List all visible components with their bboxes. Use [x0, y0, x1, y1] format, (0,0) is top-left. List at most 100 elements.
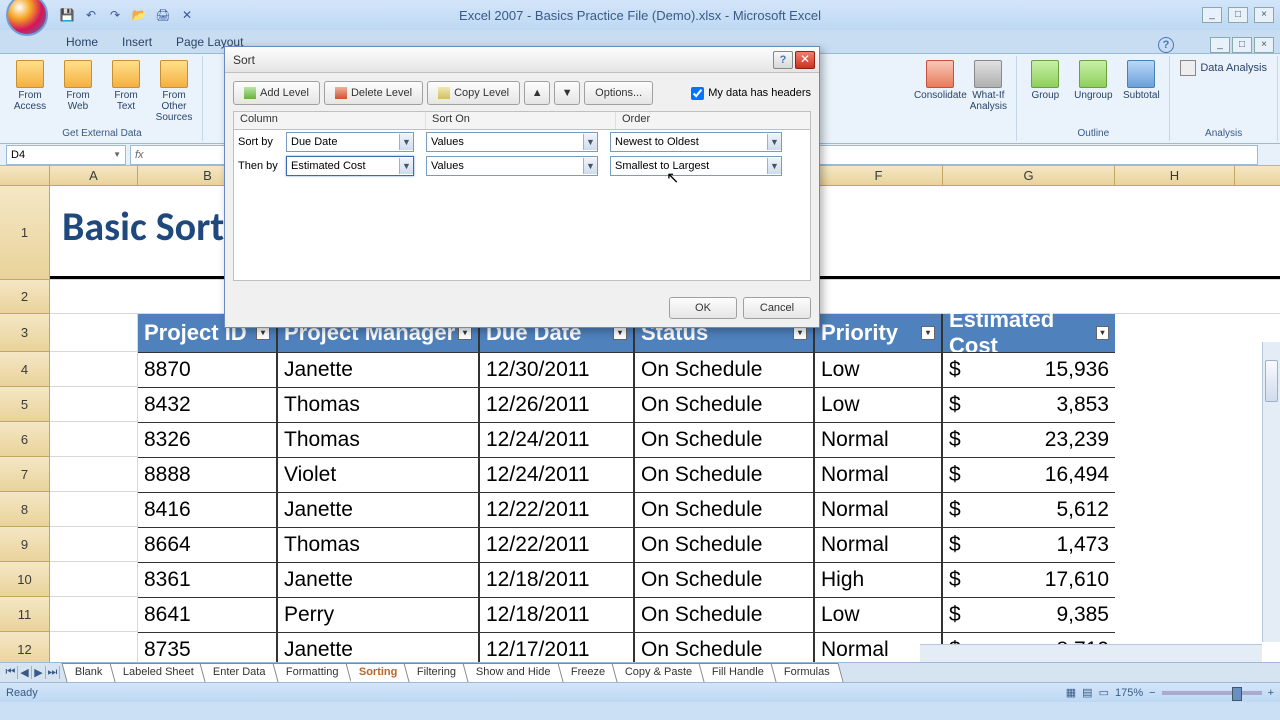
col-header-a[interactable]: A: [50, 166, 138, 185]
cell-project-manager[interactable]: Janette: [278, 493, 480, 527]
open-icon[interactable]: 📂: [130, 6, 148, 24]
options-button[interactable]: Options...: [584, 81, 653, 105]
filter-icon[interactable]: ▾: [613, 326, 627, 340]
row-header-1[interactable]: 1: [0, 186, 50, 280]
zoom-out-icon[interactable]: −: [1149, 687, 1155, 699]
row-header-6[interactable]: 6: [0, 422, 50, 457]
ribbon-minimize-button[interactable]: _: [1210, 37, 1230, 53]
col-header-h[interactable]: H: [1115, 166, 1235, 185]
sheet-tab-fill-handle[interactable]: Fill Handle: [699, 663, 778, 682]
view-normal-icon[interactable]: ▦: [1066, 686, 1076, 699]
tab-nav-last-icon[interactable]: ⏭: [46, 666, 60, 679]
sortby-order-combo[interactable]: Newest to Oldest▼: [610, 132, 782, 152]
row-header-7[interactable]: 7: [0, 457, 50, 492]
row-header-3[interactable]: 3: [0, 314, 50, 352]
cell-priority[interactable]: Low: [815, 388, 943, 422]
zoom-level[interactable]: 175%: [1115, 687, 1143, 699]
dialog-close-button[interactable]: ✕: [795, 51, 815, 69]
cell-estimated-cost[interactable]: $5,612: [943, 493, 1115, 527]
cell-priority[interactable]: Normal: [815, 528, 943, 562]
cell-estimated-cost[interactable]: $15,936: [943, 353, 1115, 387]
thenby-order-combo[interactable]: Smallest to Largest▼: [610, 156, 782, 176]
ribbon-restore-button[interactable]: □: [1232, 37, 1252, 53]
cell-estimated-cost[interactable]: $1,473: [943, 528, 1115, 562]
close-button[interactable]: ×: [1254, 7, 1274, 23]
row-header-9[interactable]: 9: [0, 527, 50, 562]
cell-priority[interactable]: Normal: [815, 458, 943, 492]
cell-due-date[interactable]: 12/18/2011: [480, 563, 635, 597]
move-up-button[interactable]: ▲: [524, 81, 550, 105]
cell-due-date[interactable]: 12/30/2011: [480, 353, 635, 387]
cell-status[interactable]: On Schedule: [635, 458, 815, 492]
headers-checkbox-label[interactable]: My data has headers: [691, 87, 811, 100]
cell-project-id[interactable]: 8888: [138, 458, 278, 492]
cell-estimated-cost[interactable]: $3,853: [943, 388, 1115, 422]
cell-status[interactable]: On Schedule: [635, 528, 815, 562]
cell-due-date[interactable]: 12/24/2011: [480, 423, 635, 457]
horizontal-scrollbar[interactable]: [920, 644, 1262, 662]
cell-project-manager[interactable]: Janette: [278, 563, 480, 597]
cell-status[interactable]: On Schedule: [635, 388, 815, 422]
minimize-button[interactable]: _: [1202, 7, 1222, 23]
name-box[interactable]: D4▼: [6, 145, 126, 165]
cell-estimated-cost[interactable]: $9,385: [943, 598, 1115, 632]
copy-level-button[interactable]: Copy Level: [427, 81, 520, 105]
cell-due-date[interactable]: 12/26/2011: [480, 388, 635, 422]
cell-due-date[interactable]: 12/22/2011: [480, 493, 635, 527]
what-if-button[interactable]: What-If Analysis: [966, 58, 1010, 114]
cell-priority[interactable]: Normal: [815, 493, 943, 527]
filter-icon[interactable]: ▾: [256, 326, 270, 340]
cell-due-date[interactable]: 12/18/2011: [480, 598, 635, 632]
sheet-tab-formulas[interactable]: Formulas: [771, 663, 844, 682]
cell-project-id[interactable]: 8432: [138, 388, 278, 422]
view-layout-icon[interactable]: ▤: [1082, 686, 1092, 699]
row-header-2[interactable]: 2: [0, 280, 50, 314]
cell-project-manager[interactable]: Perry: [278, 598, 480, 632]
filter-icon[interactable]: ▾: [921, 326, 935, 340]
sheet-tab-copy-paste[interactable]: Copy & Paste: [612, 663, 706, 682]
sheet-tab-show-and-hide[interactable]: Show and Hide: [463, 663, 565, 682]
delete-level-button[interactable]: Delete Level: [324, 81, 423, 105]
dialog-help-button[interactable]: ?: [773, 51, 793, 69]
cell-status[interactable]: On Schedule: [635, 423, 815, 457]
cell-project-id[interactable]: 8641: [138, 598, 278, 632]
print-icon[interactable]: 🖨: [154, 6, 172, 24]
from-other-sources-button[interactable]: From Other Sources: [152, 58, 196, 125]
undo-icon[interactable]: ↶: [82, 6, 100, 24]
group-button[interactable]: Group: [1023, 58, 1067, 103]
cell-priority[interactable]: Low: [815, 353, 943, 387]
filter-icon[interactable]: ▾: [1096, 326, 1109, 340]
zoom-in-icon[interactable]: +: [1268, 687, 1274, 699]
cell-status[interactable]: On Schedule: [635, 598, 815, 632]
cell-project-manager[interactable]: Thomas: [278, 423, 480, 457]
tab-nav-prev-icon[interactable]: ◀: [18, 666, 32, 679]
add-level-button[interactable]: Add Level: [233, 81, 320, 105]
cell-project-id[interactable]: 8361: [138, 563, 278, 597]
tab-home[interactable]: Home: [54, 31, 110, 53]
row-header-10[interactable]: 10: [0, 562, 50, 597]
maximize-button[interactable]: □: [1228, 7, 1248, 23]
data-analysis-button[interactable]: Data Analysis: [1176, 58, 1271, 78]
thenby-sorton-combo[interactable]: Values▼: [426, 156, 598, 176]
dialog-titlebar[interactable]: Sort ? ✕: [225, 47, 819, 73]
cell-priority[interactable]: Low: [815, 598, 943, 632]
cell-status[interactable]: On Schedule: [635, 563, 815, 597]
from-access-button[interactable]: From Access: [8, 58, 52, 114]
col-header-f[interactable]: F: [815, 166, 943, 185]
view-pagebreak-icon[interactable]: ▭: [1099, 686, 1109, 699]
close-file-icon[interactable]: ✕: [178, 6, 196, 24]
cell-project-id[interactable]: 8664: [138, 528, 278, 562]
tab-insert[interactable]: Insert: [110, 31, 164, 53]
help-icon[interactable]: ?: [1158, 37, 1174, 53]
cell-status[interactable]: On Schedule: [635, 493, 815, 527]
cell-project-id[interactable]: 8416: [138, 493, 278, 527]
cell-estimated-cost[interactable]: $23,239: [943, 423, 1115, 457]
subtotal-button[interactable]: Subtotal: [1119, 58, 1163, 103]
tab-nav-next-icon[interactable]: ▶: [32, 666, 46, 679]
row-header-8[interactable]: 8: [0, 492, 50, 527]
sheet-tab-labeled-sheet[interactable]: Labeled Sheet: [109, 663, 207, 682]
ok-button[interactable]: OK: [669, 297, 737, 319]
cell-project-manager[interactable]: Janette: [278, 353, 480, 387]
zoom-slider[interactable]: [1162, 691, 1262, 695]
redo-icon[interactable]: ↷: [106, 6, 124, 24]
